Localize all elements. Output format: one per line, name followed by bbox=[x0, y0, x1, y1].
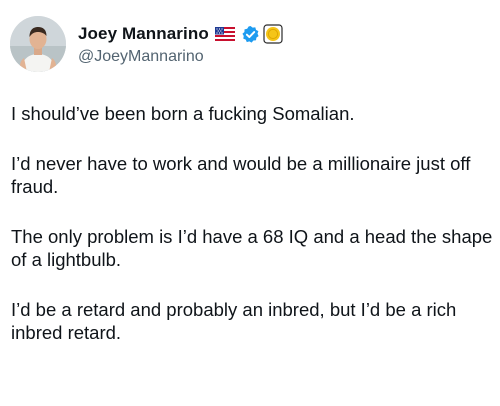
tweet-paragraph: I’d be a retard and probably an inbred, … bbox=[11, 299, 457, 343]
tweet-paragraph: I should’ve been born a fucking Somalian… bbox=[11, 103, 355, 124]
avatar-image bbox=[10, 16, 66, 72]
name-row: Joey Mannarino bbox=[78, 22, 283, 46]
display-name[interactable]: Joey Mannarino bbox=[78, 24, 209, 44]
author-names: Joey Mannarino @JoeyMannarino bbox=[78, 22, 283, 66]
tweet-paragraph: I’d never have to work and would be a mi… bbox=[11, 153, 471, 197]
tweet-text: I should’ve been born a fucking Somalian… bbox=[11, 102, 493, 344]
tweet-paragraph: The only problem is I’d have a 68 IQ and… bbox=[11, 226, 493, 270]
us-flag-icon bbox=[214, 27, 235, 41]
tweet-header: Joey Mannarino @JoeyMannarino bbox=[10, 14, 283, 74]
gold-coin-badge-icon bbox=[263, 24, 283, 44]
verified-badge-icon[interactable] bbox=[241, 25, 260, 44]
tweet-card: Joey Mannarino @JoeyMannarino I should’v… bbox=[0, 0, 500, 406]
avatar[interactable] bbox=[10, 16, 66, 72]
author-handle[interactable]: @JoeyMannarino bbox=[78, 48, 283, 66]
